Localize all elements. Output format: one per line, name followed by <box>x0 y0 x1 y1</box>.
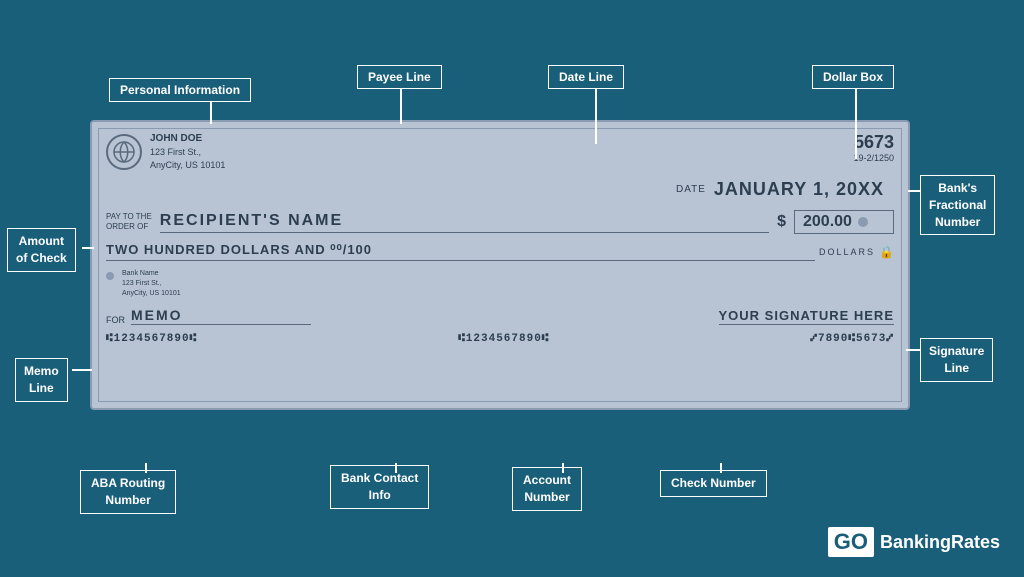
globe-icon <box>106 134 142 170</box>
name-address-text: JOHN DOE 123 First St., AnyCity, US 1010… <box>150 132 225 171</box>
check-image: JOHN DOE 123 First St., AnyCity, US 1010… <box>90 120 910 410</box>
check-number-area: 5673 19-2/1250 <box>853 132 894 163</box>
label-personal-information: Personal Information <box>109 78 251 102</box>
memo-signature-row: FOR MEMO YOUR SIGNATURE HERE <box>106 307 894 325</box>
connector-signature-line <box>906 349 920 351</box>
label-bank-contact: Bank Contact Info <box>330 465 429 509</box>
check: JOHN DOE 123 First St., AnyCity, US 1010… <box>90 120 910 410</box>
check-name-address-area: JOHN DOE 123 First St., AnyCity, US 1010… <box>106 132 225 171</box>
lock-icon: 🔒 <box>879 245 894 259</box>
connector-bank-contact <box>395 463 397 473</box>
written-amount-row: TWO HUNDRED DOLLARS AND ⁰⁰/100 DOLLARS 🔒 <box>106 242 894 261</box>
routing-middle: ⑆1234567890⑆ <box>458 333 549 345</box>
connector-date-line <box>595 89 597 144</box>
date-label: DATE <box>676 184 706 195</box>
connector-personal-info <box>210 102 212 124</box>
amount-circle <box>858 217 868 227</box>
connector-memo-line <box>72 369 92 371</box>
check-name: JOHN DOE <box>150 132 225 146</box>
recipient-line: RECIPIENT'S NAME <box>160 212 769 233</box>
label-payee-line: Payee Line <box>357 65 442 89</box>
label-date-line: Date Line <box>548 65 624 89</box>
connector-aba-routing <box>145 463 147 473</box>
for-label: FOR <box>106 315 125 325</box>
check-address2: AnyCity, US 10101 <box>150 159 225 172</box>
bank-circle <box>106 272 114 280</box>
check-pay-row: PAY TO THE ORDER OF RECIPIENT'S NAME $ 2… <box>106 210 894 234</box>
connector-account-number <box>562 463 564 473</box>
label-amount-of-check: Amount of Check <box>7 228 76 272</box>
dollar-sign: $ <box>777 213 786 231</box>
label-account-number: Account Number <box>512 467 582 511</box>
connector-payee-line <box>400 89 402 124</box>
routing-row: ⑆1234567890⑆ ⑆1234567890⑆ ⑇7890⑆5673⑇ <box>106 333 894 345</box>
bank-name: Bank Name <box>122 269 181 279</box>
signature-text: YOUR SIGNATURE HERE <box>719 308 895 325</box>
label-banks-fractional: Bank's Fractional Number <box>920 175 995 235</box>
label-dollar-box: Dollar Box <box>812 65 894 89</box>
connector-amount-check <box>82 247 94 249</box>
bank-info-row: Bank Name 123 First St., AnyCity, US 101… <box>106 269 894 298</box>
connector-fractional <box>908 190 920 192</box>
label-check-number: Check Number <box>660 470 767 497</box>
written-amount: TWO HUNDRED DOLLARS AND ⁰⁰/100 <box>106 242 815 261</box>
bank-addr1: 123 First St., <box>122 279 181 289</box>
amount-value: 200.00 <box>803 213 852 231</box>
dollars-label: DOLLARS <box>819 247 875 257</box>
logo: GO BankingRates <box>828 527 1000 557</box>
pay-to-label: PAY TO THE ORDER OF <box>106 212 152 233</box>
memo-area: FOR MEMO <box>106 307 311 325</box>
check-address1: 123 First St., <box>150 146 225 159</box>
check-date-row: DATE JANUARY 1, 20XX <box>106 179 894 200</box>
routing-right: ⑇7890⑆5673⑇ <box>810 333 894 345</box>
label-signature-line: Signature Line <box>920 338 993 382</box>
routing-left: ⑆1234567890⑆ <box>106 333 197 345</box>
bank-info: Bank Name 123 First St., AnyCity, US 101… <box>122 269 181 298</box>
logo-text: BankingRates <box>880 532 1000 553</box>
memo-line: MEMO <box>131 307 311 325</box>
logo-go: GO <box>828 527 874 557</box>
amount-box: 200.00 <box>794 210 894 234</box>
check-number: 5673 <box>853 132 894 153</box>
date-value: JANUARY 1, 20XX <box>714 179 884 200</box>
connector-check-number <box>720 463 722 473</box>
bank-addr2: AnyCity, US 10101 <box>122 289 181 299</box>
signature-area: YOUR SIGNATURE HERE <box>719 308 895 325</box>
connector-dollar-box <box>855 89 857 159</box>
label-aba-routing: ABA Routing Number <box>80 470 176 514</box>
fractional-number: 19-2/1250 <box>853 153 894 163</box>
label-memo-line: Memo Line <box>15 358 68 402</box>
